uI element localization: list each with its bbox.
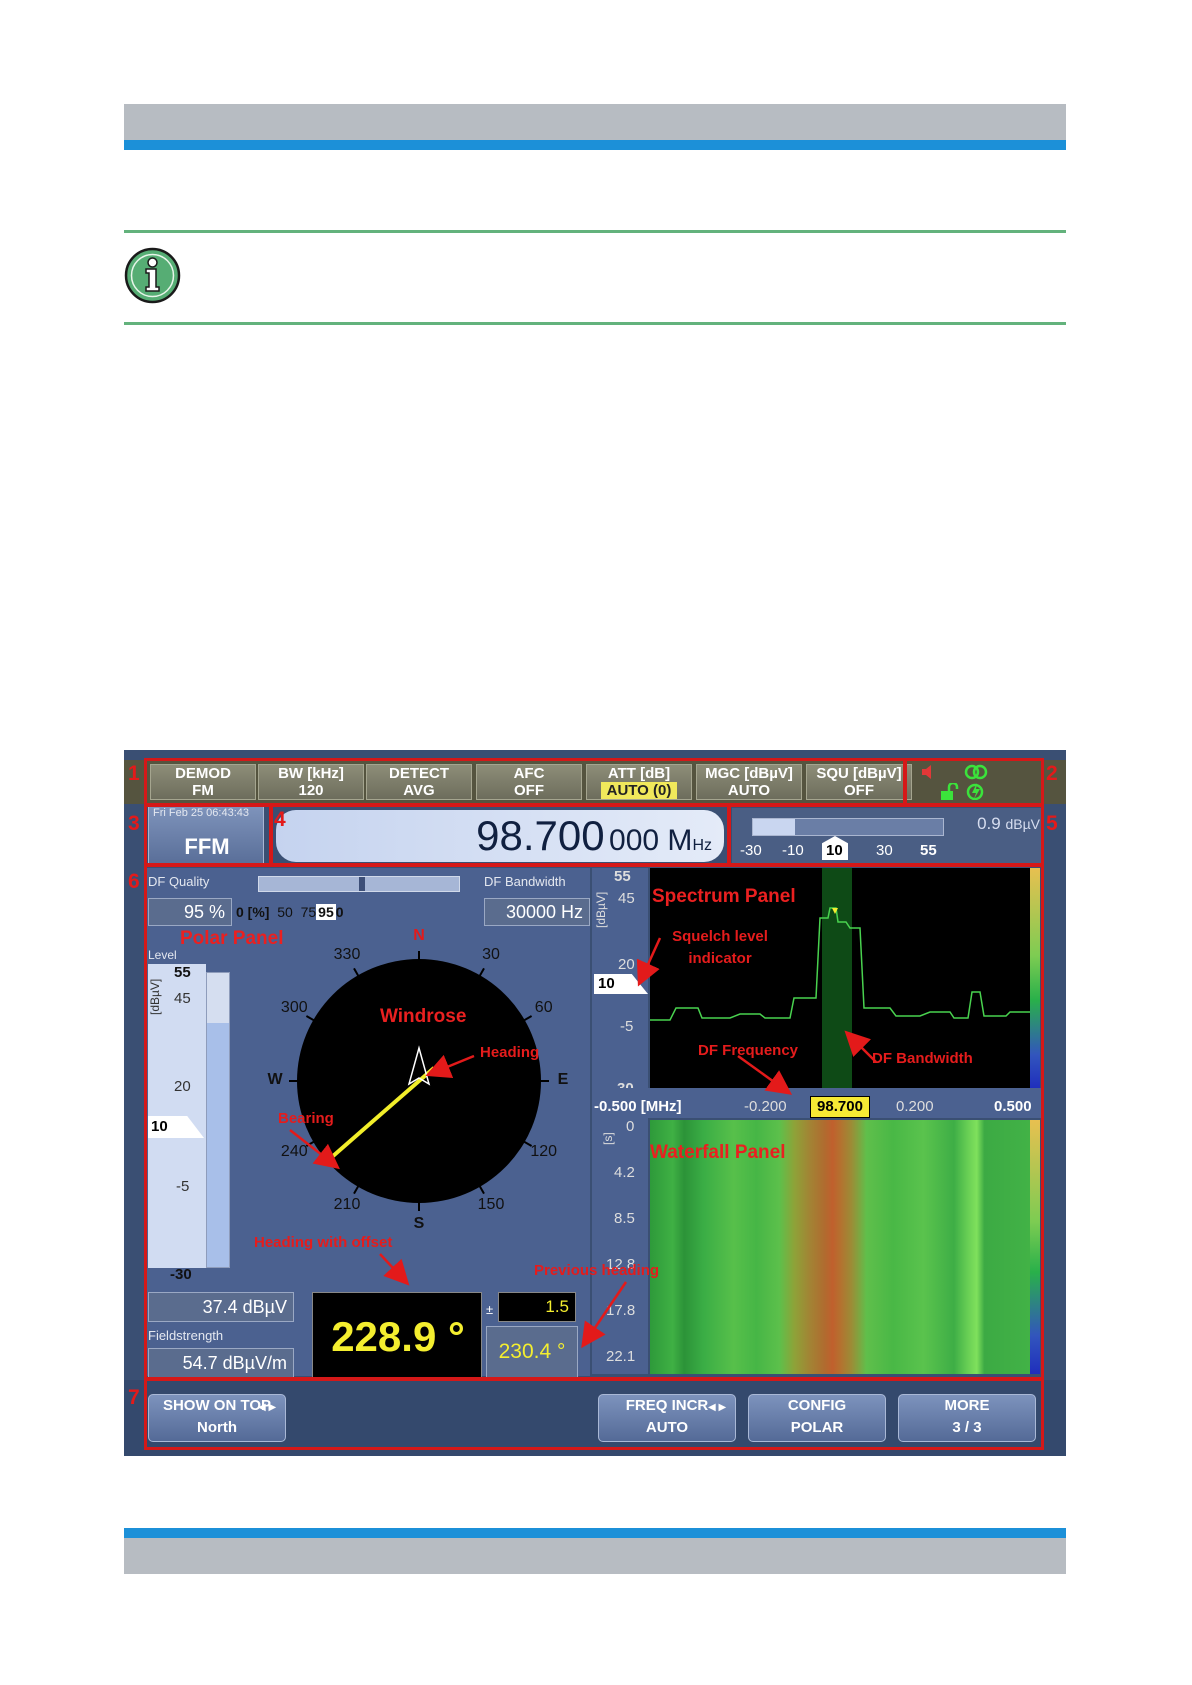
region-2 [904,758,1044,806]
region-3 [144,804,272,866]
region-6 [144,864,1044,1380]
callout-1: 1 [128,762,140,785]
header-blue-bar [124,140,1066,150]
note-top-line [124,230,1066,233]
header-gray-bar [124,104,1066,140]
callout-4: 4 [274,808,286,831]
callout-3: 3 [128,812,140,835]
region-1 [144,758,906,806]
footer-gray-bar [124,1538,1066,1574]
callout-6: 6 [128,870,140,893]
callout-5: 5 [1046,812,1058,835]
callout-7: 7 [128,1386,140,1409]
note-bottom-line [124,322,1066,325]
region-5 [728,804,1044,866]
info-icon [124,247,181,304]
device-screenshot: DEMOD FM BW [kHz] 120 DETECT AVG AFC OFF ATT… [124,750,1066,1456]
manual-page: { "screen": { "callouts": ["1","2","3","… [0,0,1192,1685]
callout-2: 2 [1046,762,1058,785]
region-4 [270,804,730,866]
region-7 [144,1378,1044,1450]
footer-blue-bar [124,1528,1066,1538]
